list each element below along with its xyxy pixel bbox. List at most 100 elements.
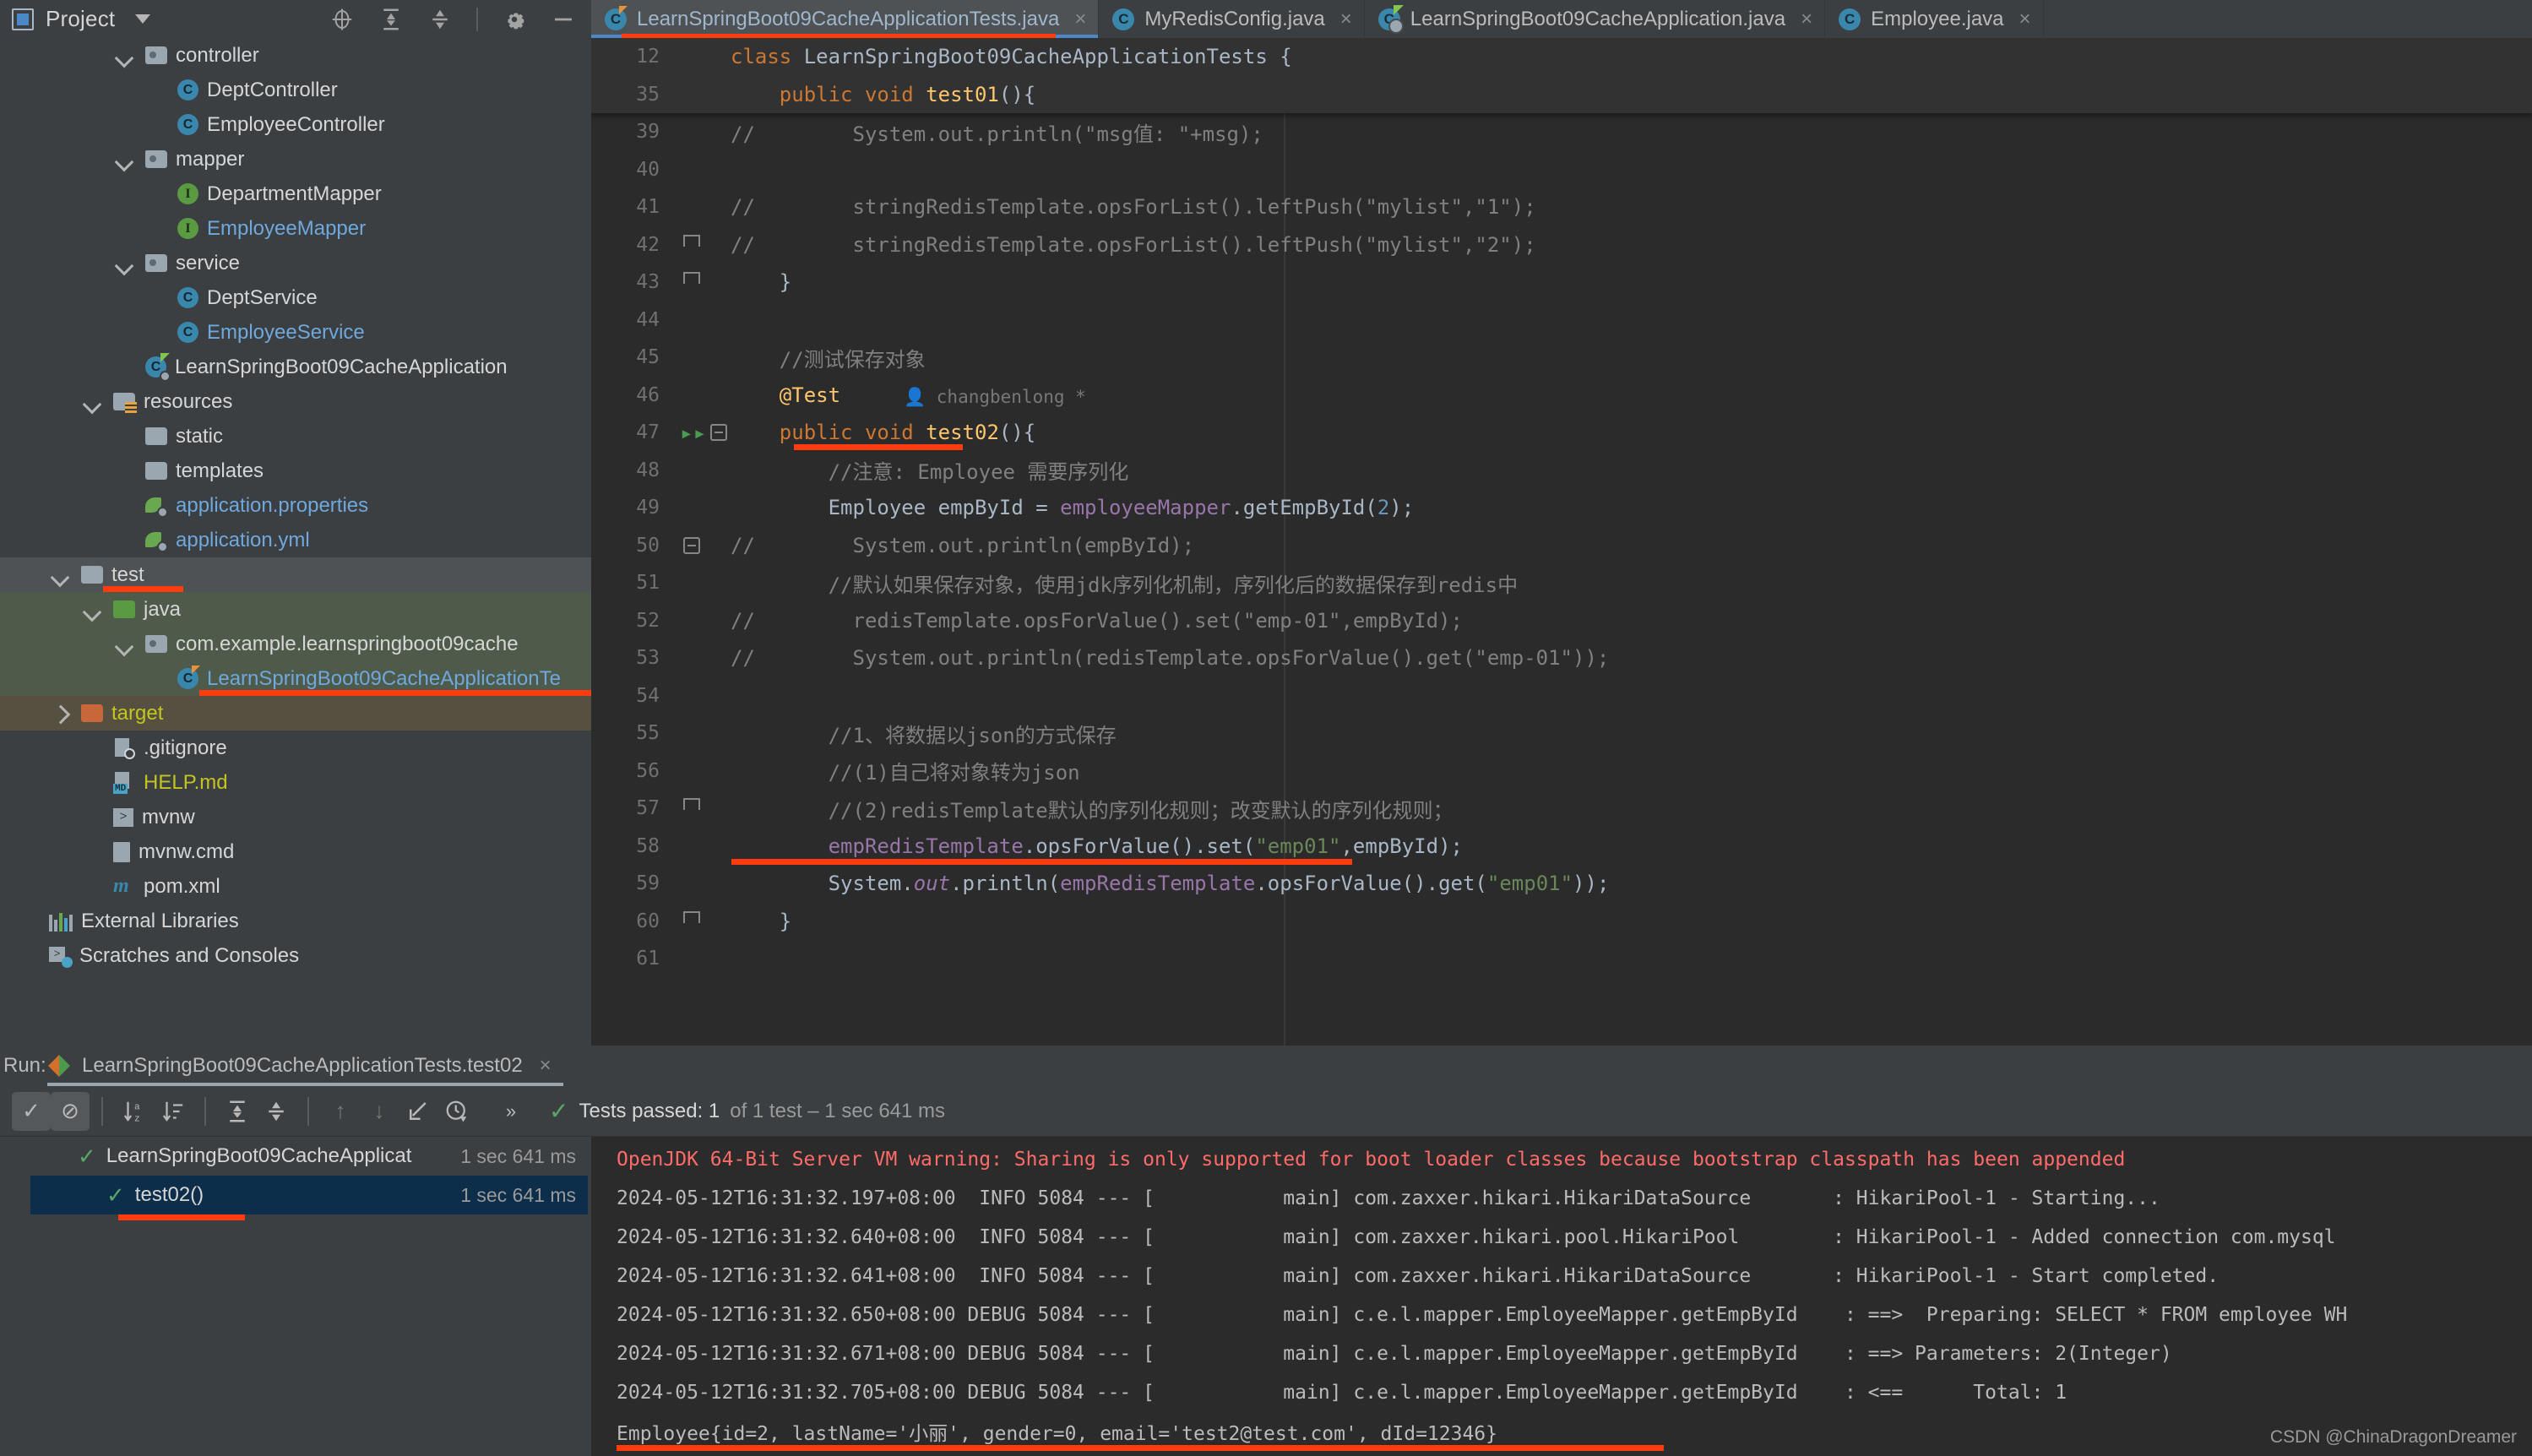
code-line-46[interactable]: 46 @Test 👤 changbenlong * (591, 377, 2532, 415)
tree-item-departmentmapper[interactable]: I DepartmentMapper (0, 177, 591, 211)
tree-item-mvnw[interactable]: > mvnw (0, 800, 591, 834)
gutter-marks[interactable] (671, 828, 722, 865)
tree-item-pom-xml[interactable]: m pom.xml (0, 869, 591, 904)
gutter-marks[interactable] (671, 865, 722, 902)
code-line-53[interactable]: 53 // System.out.println(redisTemplate.op… (591, 639, 2532, 677)
next-failed-test-button[interactable]: ↓ (360, 1092, 399, 1131)
gutter-marks[interactable] (671, 564, 722, 601)
code-line-60[interactable]: 60 } (591, 903, 2532, 941)
sort-alphabetically-icon[interactable]: az (115, 1092, 154, 1131)
tree-item-employeeservice[interactable]: C EmployeeService (0, 315, 591, 350)
gutter-marks[interactable]: ▸▸ (671, 414, 727, 451)
chevron-down-icon[interactable] (81, 391, 103, 413)
tree-item-external-libraries[interactable]: External Libraries (0, 904, 591, 938)
code-line-48[interactable]: 48 //注意: Employee 需要序列化 (591, 452, 2532, 490)
sort-by-duration-icon[interactable] (154, 1092, 193, 1131)
gutter-marks[interactable] (671, 113, 722, 150)
gutter-marks[interactable] (671, 639, 722, 676)
tree-item-service[interactable]: service (0, 246, 591, 280)
editor-tab-myredisconfig[interactable]: C MyRedisConfig.java × (1099, 0, 1365, 38)
chevron-right-icon[interactable] (49, 703, 71, 725)
console-output[interactable]: OpenJDK 64-Bit Server VM warning: Sharin… (591, 1137, 2532, 1456)
gutter-marks[interactable] (671, 489, 722, 526)
gutter-marks[interactable] (671, 339, 722, 376)
chevron-down-icon[interactable] (81, 599, 103, 621)
gutter-marks[interactable] (671, 188, 722, 225)
code-line-49[interactable]: 49 Employee empById = employeeMapper.get… (591, 489, 2532, 527)
gutter-marks[interactable] (671, 602, 722, 639)
tree-item-static[interactable]: static (0, 419, 591, 454)
gutter-marks[interactable] (671, 452, 722, 489)
code-line-42[interactable]: 42 // stringRedisTemplate.opsForList().le… (591, 226, 2532, 264)
close-icon[interactable]: × (540, 1054, 551, 1078)
code-line-55[interactable]: 55 //1、将数据以json的方式保存 (591, 714, 2532, 752)
gutter-marks[interactable] (671, 263, 722, 301)
tree-item-scratches-and-consoles[interactable]: > Scratches and Consoles (0, 938, 591, 973)
minimize-icon[interactable] (551, 7, 576, 32)
tree-item-learnspringboot09cacheapplicationte[interactable]: C LearnSpringBoot09CacheApplicationTe (0, 661, 591, 696)
code-line-47[interactable]: 47 ▸▸ public void test02(){ (591, 414, 2532, 452)
gutter-marks[interactable] (671, 151, 722, 188)
gutter-marks[interactable] (671, 940, 722, 977)
chevron-down-icon[interactable] (113, 633, 135, 655)
close-icon[interactable]: × (1074, 8, 1086, 31)
code-fold-end-icon[interactable] (683, 272, 700, 285)
code-line-56[interactable]: 56 //(1)自己将对象转为json (591, 752, 2532, 790)
sticky-line-12[interactable]: 12 class LearnSpringBoot09CacheApplicatio… (591, 38, 2532, 76)
code-line-58[interactable]: 58 empRedisTemplate.opsForValue().set("e… (591, 828, 2532, 865)
run-configuration-tab[interactable]: LearnSpringBoot09CacheApplicationTests.t… (47, 1046, 563, 1086)
code-line-51[interactable]: 51 //默认如果保存对象，使用jdk序列化机制，序列化后的数据保存到redis… (591, 564, 2532, 602)
code-line-59[interactable]: 59 System.out.println(empRedisTemplate.o… (591, 865, 2532, 903)
run-test-gutter-icon[interactable]: ▸▸ (680, 421, 706, 446)
chevron-down-icon[interactable] (113, 149, 135, 171)
test-method-row[interactable]: ✓ test02() 1 sec 641 ms (30, 1176, 588, 1214)
code-fold-end-icon[interactable] (683, 234, 700, 247)
gutter-marks[interactable] (671, 752, 722, 790)
code-line-61[interactable]: 61 (591, 940, 2532, 978)
editor-tab-tests[interactable]: C LearnSpringBoot09CacheApplicationTests… (591, 0, 1100, 40)
gutter-marks[interactable] (671, 377, 722, 414)
overflow-button[interactable]: » (492, 1092, 530, 1131)
locate-icon[interactable] (329, 7, 355, 32)
code-line-39[interactable]: 39 // System.out.println("msg值: "+msg); (591, 113, 2532, 151)
tree-item-java[interactable]: java (0, 592, 591, 627)
test-suite-row[interactable]: ✓ LearnSpringBoot09CacheApplicat 1 sec 641… (30, 1137, 588, 1176)
code-line-52[interactable]: 52 // redisTemplate.opsForValue().set("em… (591, 602, 2532, 640)
scroll-to-source-icon[interactable] (399, 1092, 437, 1131)
editor-tab-application[interactable]: C LearnSpringBoot09CacheApplication.java… (1365, 0, 1826, 38)
code-line-45[interactable]: 45 //测试保存对象 (591, 339, 2532, 377)
show-passed-button[interactable]: ✓ (12, 1091, 51, 1131)
project-tool-window-header[interactable]: Project (0, 0, 591, 38)
gear-icon[interactable] (502, 7, 527, 32)
test-results-tree[interactable]: ✓ LearnSpringBoot09CacheApplicat 1 sec 641… (30, 1137, 588, 1456)
chevron-down-icon[interactable] (135, 14, 151, 24)
tree-item-application-properties[interactable]: application.properties (0, 488, 591, 523)
code-lines[interactable]: 37 stringRedisTemplate.opsForValue().app… (591, 38, 2532, 978)
sticky-line-35[interactable]: 35 public void test01(){ (591, 76, 2532, 114)
tree-item-mvnw-cmd[interactable]: mvnw.cmd (0, 834, 591, 869)
tree-item-help-md[interactable]: MD HELP.md (0, 765, 591, 800)
gutter-marks[interactable] (671, 527, 722, 564)
collapse-all-icon[interactable] (257, 1092, 296, 1131)
close-icon[interactable]: × (2019, 8, 2031, 31)
code-line-50[interactable]: 50 // System.out.println(empById); (591, 527, 2532, 565)
code-line-43[interactable]: 43 } (591, 263, 2532, 302)
tree-item-deptservice[interactable]: C DeptService (0, 280, 591, 315)
expand-all-icon[interactable] (378, 7, 404, 32)
collapse-all-icon[interactable] (427, 7, 453, 32)
code-line-41[interactable]: 41 // stringRedisTemplate.opsForList().le… (591, 188, 2532, 226)
code-line-54[interactable]: 54 (591, 677, 2532, 715)
gutter-marks[interactable] (671, 714, 722, 752)
tree-item-deptcontroller[interactable]: C DeptController (0, 73, 591, 107)
tree-item-com-example-learnspringboot09cache[interactable]: com.example.learnspringboot09cache (0, 627, 591, 661)
tree-item-employeemapper[interactable]: I EmployeeMapper (0, 211, 591, 246)
hide-ignored-button[interactable]: ⊘ (51, 1091, 90, 1131)
code-line-57[interactable]: 57 //(2)redisTemplate默认的序列化规则；改变默认的序列化规则… (591, 790, 2532, 828)
close-icon[interactable]: × (1801, 8, 1812, 31)
tree-item-controller[interactable]: controller (0, 38, 591, 73)
gutter-marks[interactable] (671, 302, 722, 339)
tree-item-gitignore[interactable]: .gitignore (0, 731, 591, 765)
tree-item-learnspringboot09cacheapplication[interactable]: C LearnSpringBoot09CacheApplication (0, 350, 591, 384)
code-fold-end-icon[interactable] (683, 798, 700, 811)
history-icon[interactable] (437, 1092, 476, 1131)
